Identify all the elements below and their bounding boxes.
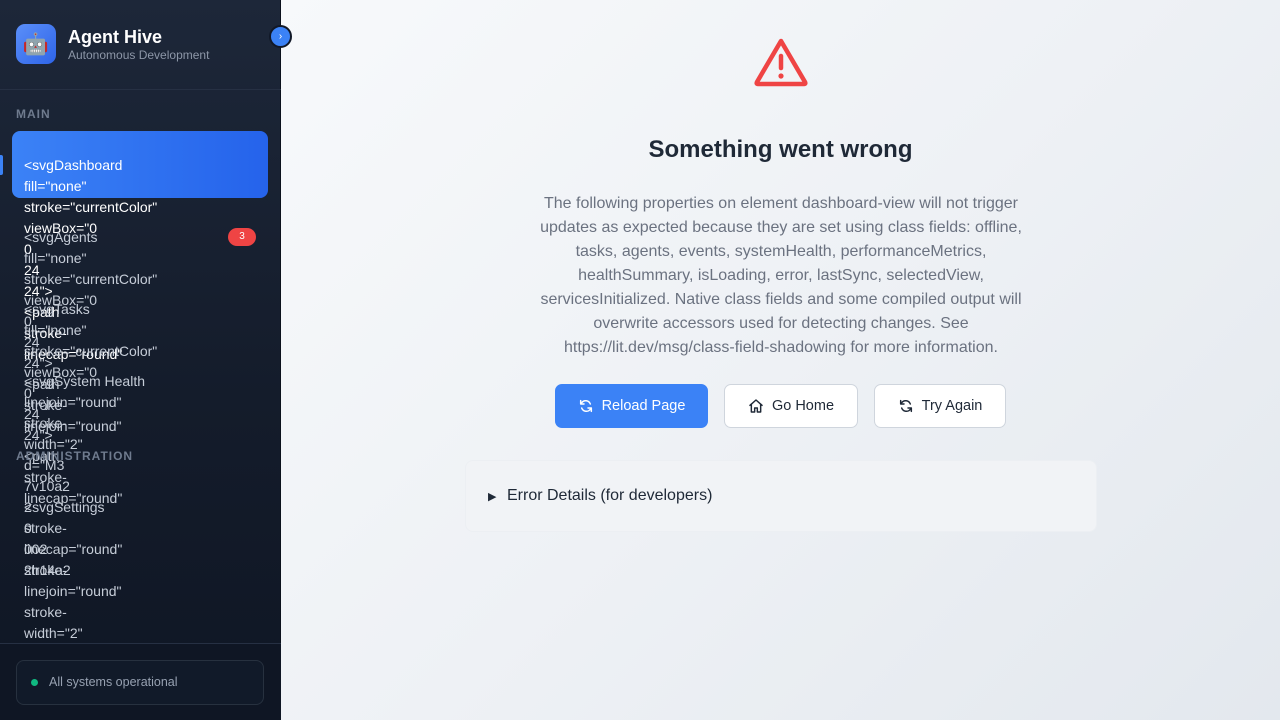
sidebar-collapse-button[interactable]: › (269, 25, 292, 48)
go-home-button[interactable]: Go Home (724, 384, 858, 428)
section-label-main: MAIN (16, 107, 51, 121)
sidebar-footer: All systems operational (0, 643, 281, 720)
reload-page-label: Reload Page (601, 398, 686, 414)
brand-header: 🤖 Agent Hive Autonomous Development (0, 0, 281, 90)
section-label-administration: ADMINISTRATION (16, 449, 134, 463)
main-content: Something went wrong The following prope… (281, 0, 1280, 720)
system-status-text: All systems operational (49, 675, 178, 689)
system-status: All systems operational (16, 660, 264, 705)
error-title: Something went wrong (648, 136, 913, 163)
caret-right-icon: ▶ (488, 491, 497, 503)
go-home-label: Go Home (771, 398, 835, 414)
error-details-summary[interactable]: Error Details (for developers) (507, 487, 712, 505)
app-subtitle: Autonomous Development (68, 48, 210, 62)
status-dot-icon (31, 679, 38, 686)
sidebar: 🤖 Agent Hive Autonomous Development › MA… (0, 0, 292, 720)
refresh-icon (579, 399, 592, 413)
chevron-right-icon: › (278, 30, 283, 42)
try-again-button[interactable]: Try Again (874, 384, 1006, 428)
error-message: The following properties on element dash… (540, 195, 1022, 356)
refresh-icon (899, 399, 912, 413)
app-title: Agent Hive (68, 27, 163, 47)
error-details-disclosure[interactable]: ▶ Error Details (for developers) (465, 460, 1097, 532)
home-icon (749, 399, 763, 413)
try-again-label: Try Again (921, 398, 983, 414)
robot-logo-icon: 🤖 (16, 24, 56, 64)
agents-count-badge: 3 (228, 228, 256, 246)
reload-page-button[interactable]: Reload Page (555, 384, 708, 428)
warning-triangle-icon (754, 38, 808, 87)
active-indicator (0, 155, 3, 175)
